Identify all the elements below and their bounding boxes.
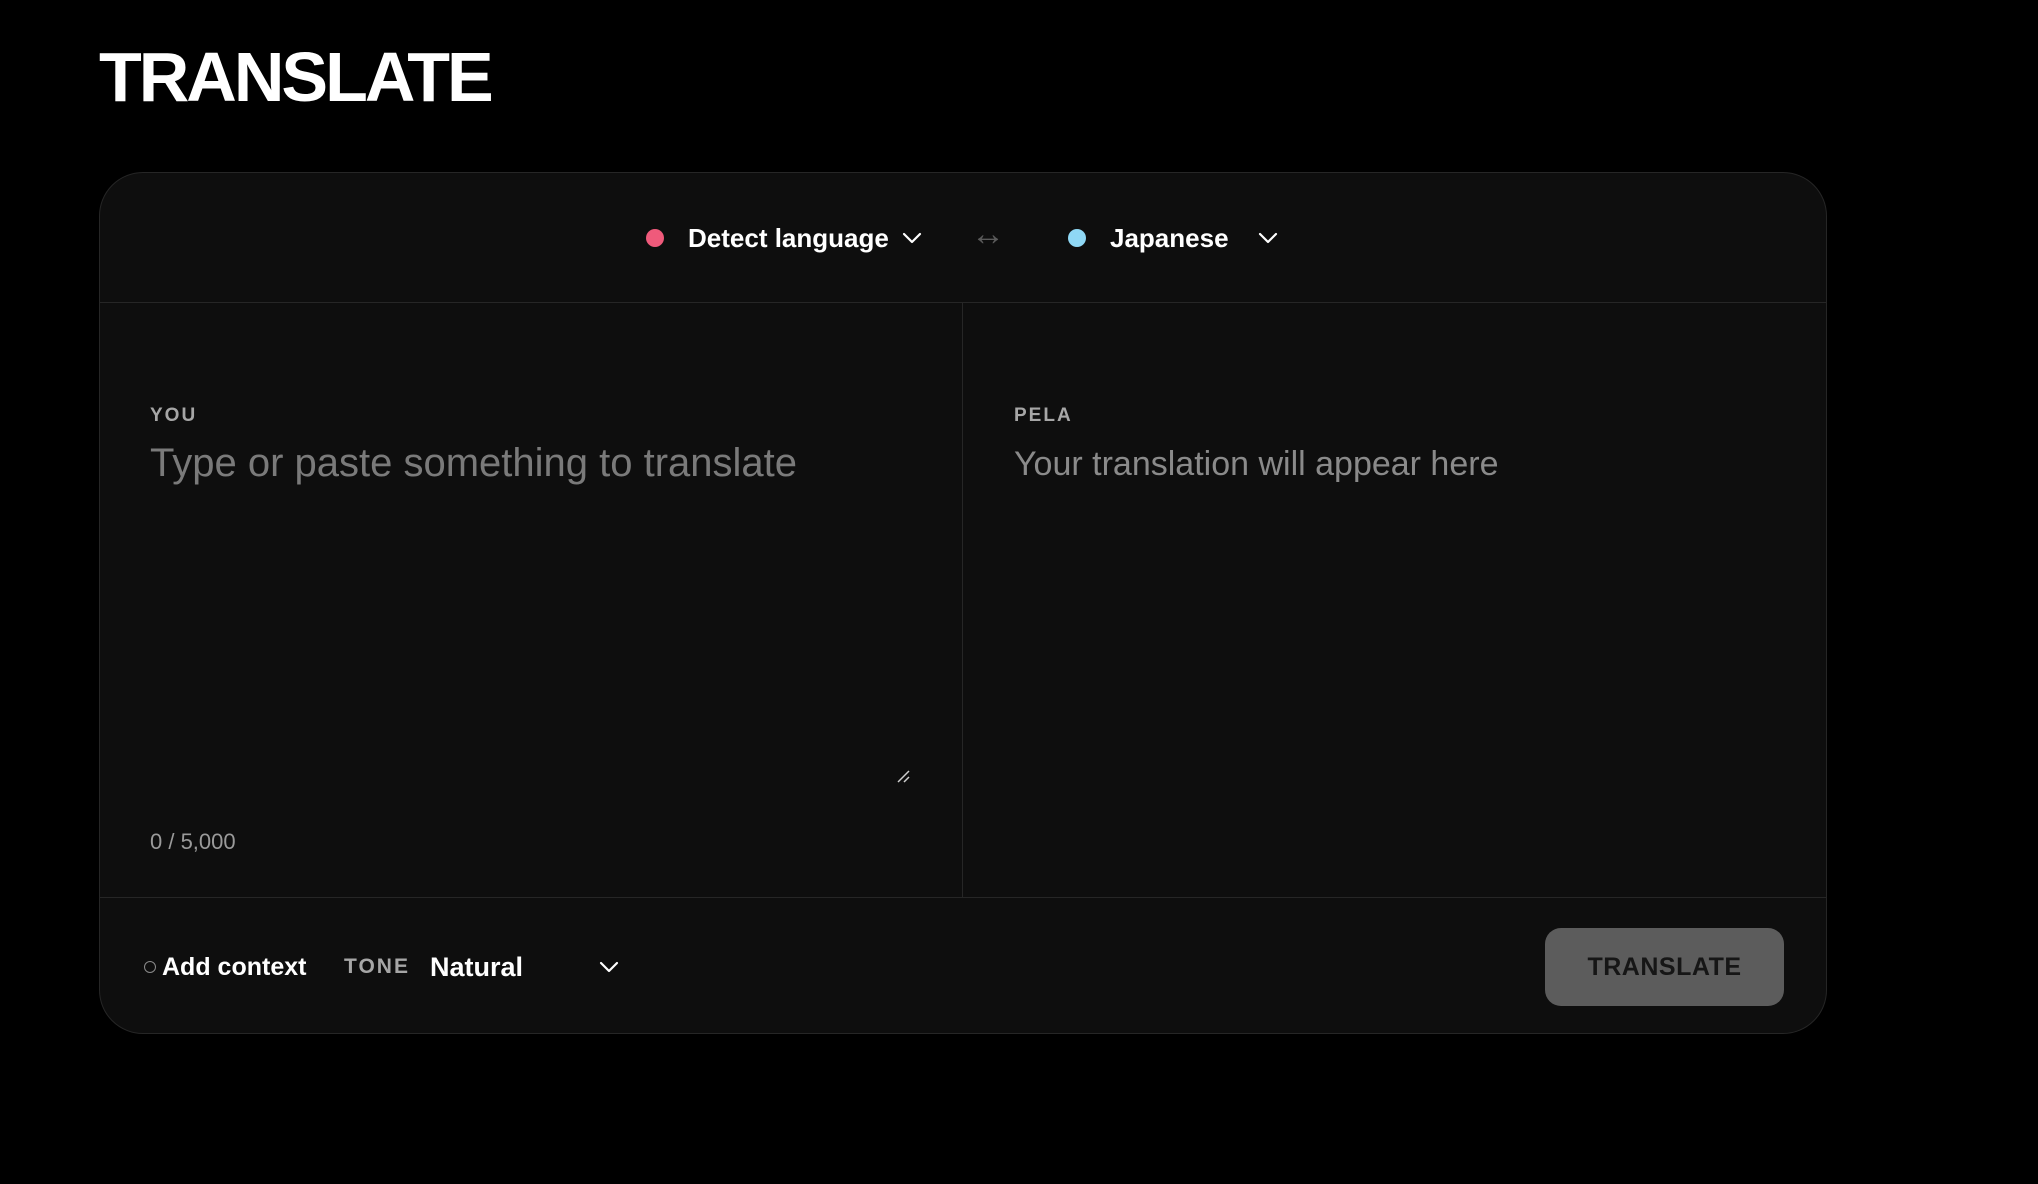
translate-card: Detect language ↔ Japanese YOU 0 / 5,000… xyxy=(99,172,1827,1034)
source-language-label: Detect language xyxy=(688,222,889,253)
translation-output: Your translation will appear here xyxy=(1014,445,1499,483)
chevron-down-icon xyxy=(902,232,921,244)
character-count: 0 / 5,000 xyxy=(150,829,236,854)
translate-button[interactable]: TRANSLATE xyxy=(1545,928,1784,1006)
swap-languages-icon[interactable]: ↔ xyxy=(971,217,1005,251)
tone-select[interactable]: Natural xyxy=(430,898,619,1033)
source-text-input[interactable] xyxy=(150,437,920,767)
target-language-dot xyxy=(1068,229,1086,247)
target-pane-label: PELA xyxy=(1014,405,1073,426)
resize-handle-icon[interactable] xyxy=(896,769,910,783)
add-context-toggle[interactable]: Add context xyxy=(144,898,307,1033)
target-language-label: Japanese xyxy=(1110,222,1229,253)
chevron-down-icon xyxy=(599,961,619,973)
target-pane xyxy=(963,303,1826,897)
radio-circle-icon xyxy=(144,961,156,973)
page-title: TRANSLATE xyxy=(99,38,494,116)
language-bar: Detect language ↔ Japanese xyxy=(100,173,1826,303)
tone-label: TONE xyxy=(344,955,410,978)
bottom-bar: Add context TONE Natural TRANSLATE xyxy=(100,897,1826,1033)
add-context-label: Add context xyxy=(162,952,307,981)
source-language-dot xyxy=(646,229,664,247)
source-language-select[interactable]: Detect language xyxy=(646,173,923,303)
source-pane-label: YOU xyxy=(150,405,198,426)
chevron-down-icon xyxy=(1258,232,1277,244)
tone-value: Natural xyxy=(430,951,524,982)
target-language-select[interactable]: Japanese xyxy=(1068,173,1279,303)
